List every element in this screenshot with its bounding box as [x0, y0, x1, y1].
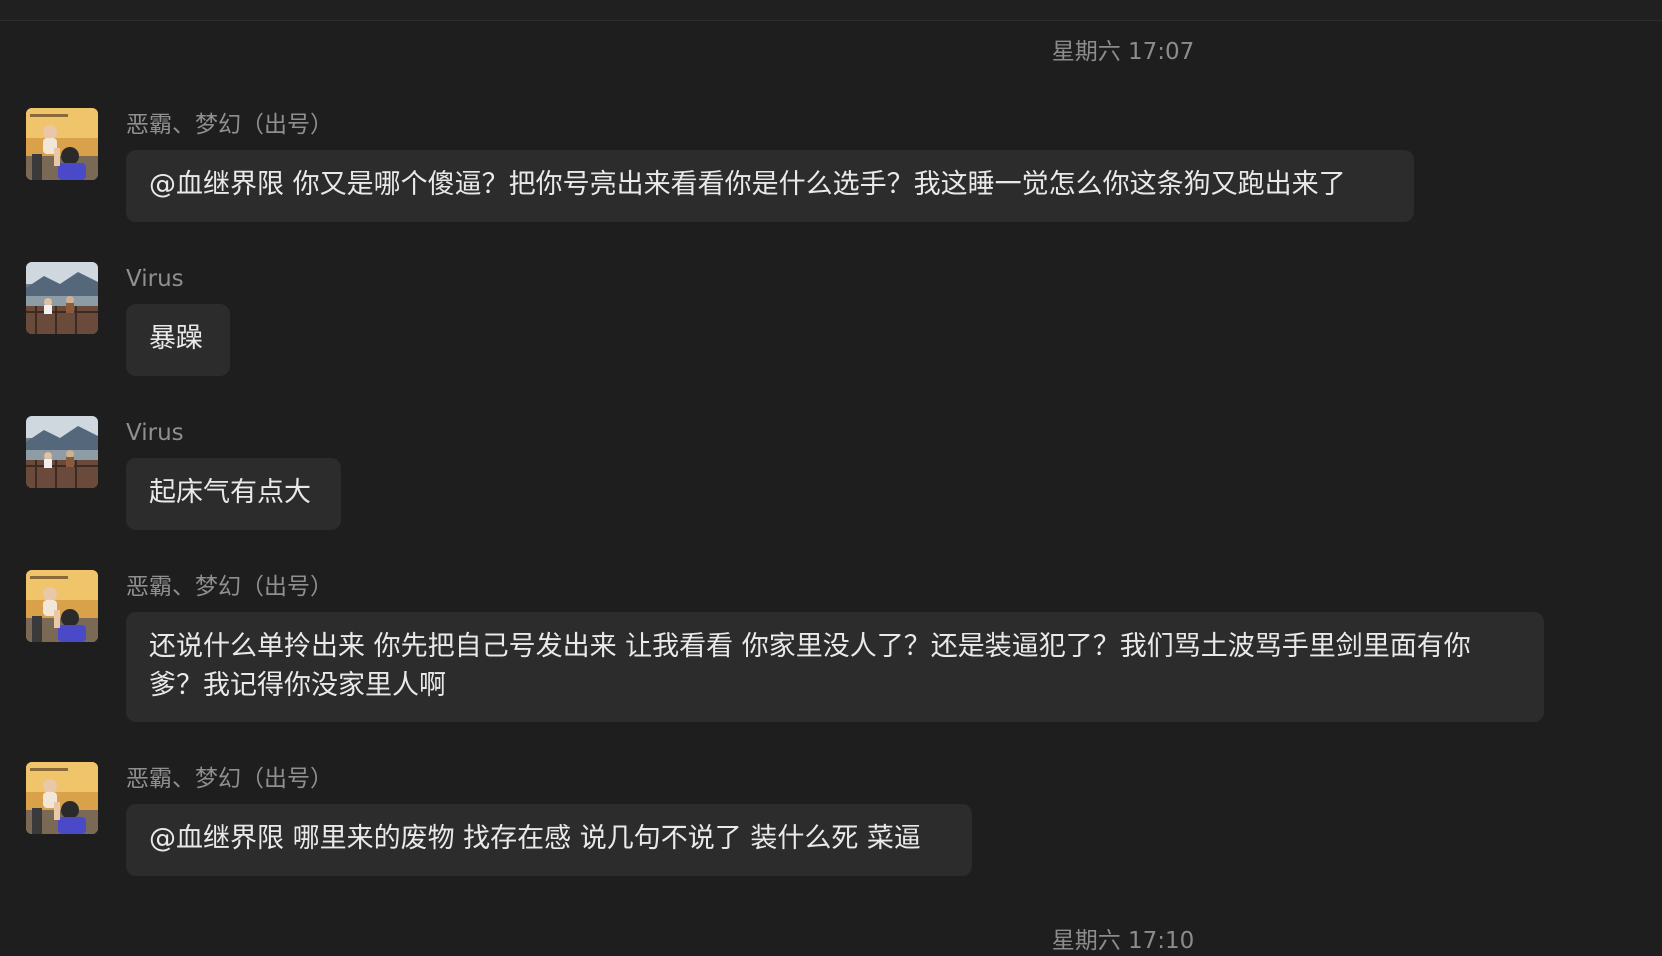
sender-name[interactable]: Virus [126, 264, 184, 294]
sender-name[interactable]: 恶霸、梦幻（出号） [126, 110, 333, 140]
message-bubble[interactable]: @血继界限 你又是哪个傻逼？把你号亮出来看看你是什么选手？我这睡一觉怎么你这条狗… [126, 150, 1414, 222]
sender-name[interactable]: Virus [126, 418, 184, 448]
timestamp-text: 星期六 17:07 [1051, 39, 1195, 65]
message-bubble[interactable]: 起床气有点大 [126, 458, 341, 530]
sender-name[interactable]: 恶霸、梦幻（出号） [126, 572, 333, 602]
sender-name[interactable]: 恶霸、梦幻（出号） [126, 764, 333, 794]
baby-held-up-avatar[interactable] [26, 570, 98, 642]
mountain-balcony-avatar[interactable] [26, 262, 98, 334]
top-bar [0, 0, 1662, 21]
baby-held-up-avatar[interactable] [26, 108, 98, 180]
timestamp-text: 星期六 17:10 [1051, 928, 1195, 954]
timestamp-separator: 星期六 17:07 [0, 37, 1662, 67]
mountain-balcony-avatar[interactable] [26, 416, 98, 488]
message-bubble[interactable]: 还说什么单拎出来 你先把自己号发出来 让我看看 你家里没人了？还是装逼犯了？我们… [126, 612, 1544, 722]
message-bubble[interactable]: @血继界限 哪里来的废物 找存在感 说几句不说了 装什么死 菜逼 [126, 804, 972, 876]
message-bubble[interactable]: 暴躁 [126, 304, 230, 376]
baby-held-up-avatar[interactable] [26, 762, 98, 834]
timestamp-separator: 星期六 17:10 [0, 926, 1662, 956]
